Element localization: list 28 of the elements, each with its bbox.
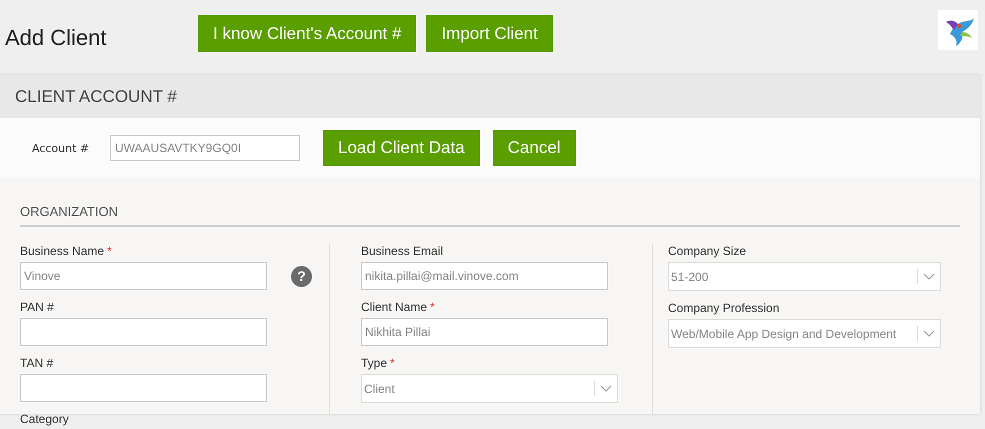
field-label: Account # xyxy=(32,142,90,154)
action-button[interactable]: Cancel xyxy=(492,130,576,166)
field-label: TAN # xyxy=(20,356,54,371)
field-label: PAN # xyxy=(20,300,55,315)
section-title: CLIENT ACCOUNT # xyxy=(15,86,177,106)
field-label: Client Name * xyxy=(361,300,436,315)
field-label: Category xyxy=(20,412,70,427)
account-input-field[interactable]: UWAAUSAVTKY9GQ0I xyxy=(110,135,300,161)
dropdown-field[interactable]: Client xyxy=(361,374,618,403)
header-button[interactable]: Import Client xyxy=(426,15,553,52)
help-icon[interactable]: ? xyxy=(291,266,312,286)
field-label: Company Size xyxy=(668,244,748,259)
hummingbird-logo-icon xyxy=(938,10,978,50)
text-input-field[interactable]: Vinove xyxy=(20,262,267,290)
field-label: Company Profession xyxy=(668,301,780,316)
section-title: ORGANIZATION xyxy=(20,204,960,227)
field-label: Business Name * xyxy=(20,244,113,259)
text-input-field[interactable] xyxy=(20,318,267,346)
dropdown-field[interactable]: Web/Mobile App Design and Development xyxy=(668,319,941,348)
text-input-field[interactable]: Nikhita Pillai xyxy=(361,318,608,346)
page-title: Add Client xyxy=(5,24,108,50)
field-label: Business Email xyxy=(361,244,444,259)
text-input-field[interactable] xyxy=(20,374,267,402)
header-button[interactable]: I know Client's Account # xyxy=(198,15,416,52)
dropdown-field[interactable]: 51-200 xyxy=(668,262,941,291)
field-label: Type * xyxy=(361,356,396,371)
action-button[interactable]: Load Client Data xyxy=(323,130,480,166)
text-input-field[interactable]: nikita.pillai@mail.vinove.com xyxy=(361,262,608,290)
